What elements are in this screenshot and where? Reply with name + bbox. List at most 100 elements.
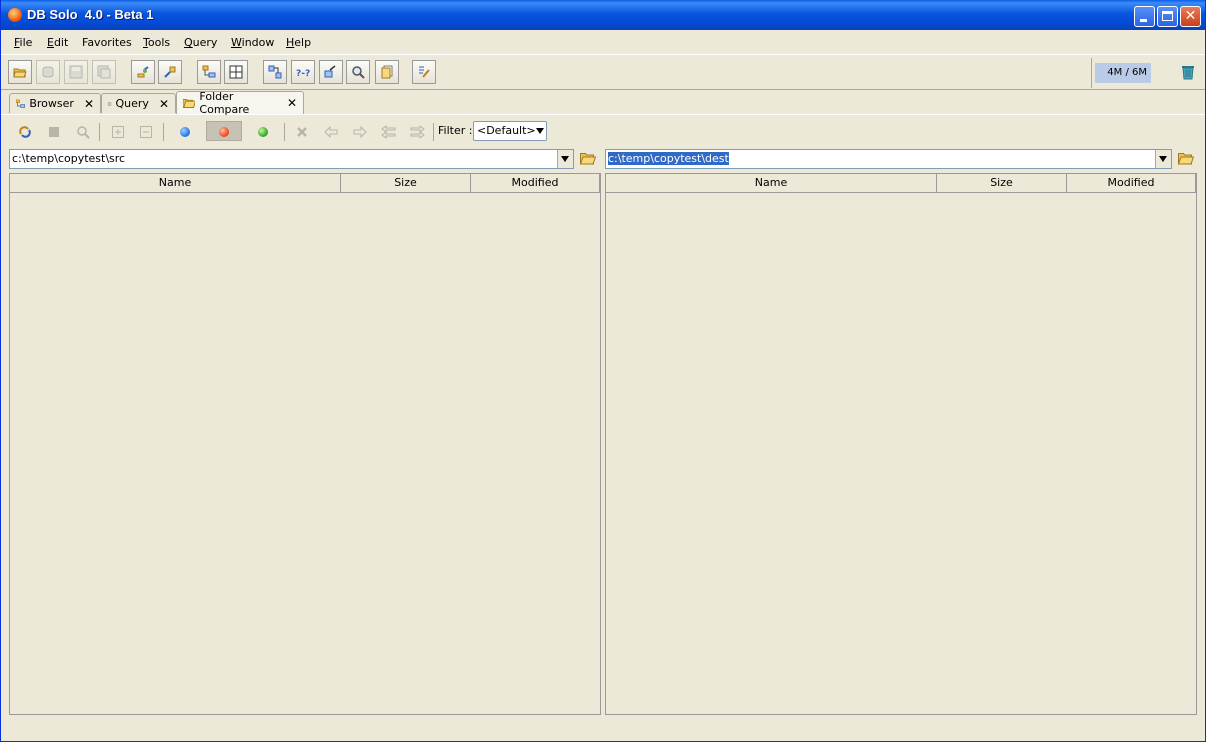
left-path-input[interactable]: c:\temp\copytest\src <box>9 149 574 169</box>
right-path-dropdown-button[interactable] <box>1155 150 1171 168</box>
left-path-dropdown-button[interactable] <box>557 150 573 168</box>
copy-to-left-button[interactable] <box>323 124 339 140</box>
toolbar-separator <box>433 123 434 141</box>
sync-right-icon <box>410 125 425 139</box>
sync-right-button[interactable] <box>409 124 425 140</box>
filter-select-value: <Default> <box>477 124 536 137</box>
stop-button[interactable] <box>46 124 62 140</box>
open-button[interactable] <box>8 60 32 84</box>
browser-button[interactable] <box>197 60 221 84</box>
menu-file-label: ile <box>19 36 33 49</box>
left-browse-folder-icon[interactable] <box>580 152 596 165</box>
menu-file[interactable]: File <box>14 36 32 49</box>
expand-all-button[interactable] <box>110 124 126 140</box>
tab-browser[interactable]: Browser ✕ <box>9 93 101 113</box>
tab-query[interactable]: Query ✕ <box>101 93 176 113</box>
close-tab-icon[interactable]: ✕ <box>159 97 169 111</box>
svg-text:?-?: ?-? <box>296 69 310 79</box>
close-icon: ✕ <box>1184 8 1197 24</box>
search-button[interactable] <box>346 60 370 84</box>
right-file-table[interactable]: Name Size Modified <box>605 173 1197 715</box>
right-path-input[interactable]: c:\temp\copytest\dest <box>605 149 1172 169</box>
refresh-button[interactable] <box>17 124 33 140</box>
menu-favorites[interactable]: Favorites <box>82 36 132 49</box>
close-tab-icon[interactable]: ✕ <box>287 96 297 110</box>
schema-compare-button[interactable] <box>263 60 287 84</box>
chevron-down-icon <box>561 156 569 162</box>
minimize-button[interactable] <box>1134 6 1155 27</box>
maximize-button[interactable] <box>1157 6 1178 27</box>
data-compare-button[interactable]: ?-? <box>291 60 315 84</box>
grid-icon <box>108 102 112 105</box>
show-left-only-button[interactable] <box>177 124 193 140</box>
toolbar-separator <box>163 123 164 141</box>
find-button[interactable] <box>75 124 91 140</box>
save-all-button[interactable] <box>92 60 116 84</box>
connect-button[interactable] <box>36 60 60 84</box>
right-column-modified[interactable]: Modified <box>1067 174 1196 193</box>
edit-sql-icon <box>419 66 430 78</box>
delete-button[interactable] <box>294 124 310 140</box>
close-tab-icon[interactable]: ✕ <box>84 97 94 111</box>
title-bar[interactable]: DB Solo 4.0 - Beta 1 ✕ <box>1 0 1205 30</box>
add-connection-button[interactable] <box>131 60 155 84</box>
right-path-value: c:\temp\copytest\dest <box>608 152 729 165</box>
database-icon <box>42 66 54 78</box>
right-browse-folder-icon[interactable] <box>1178 152 1194 165</box>
red-dot-icon <box>219 127 229 137</box>
close-button[interactable]: ✕ <box>1180 6 1201 27</box>
folder-compare-icon <box>183 99 196 108</box>
search-icon <box>352 66 365 79</box>
maximize-icon <box>1162 11 1173 21</box>
menu-tools-label: ools <box>147 36 171 49</box>
plug-icon <box>164 66 176 78</box>
status-bar <box>1 720 1205 740</box>
menu-edit[interactable]: Edit <box>47 36 68 49</box>
stop-icon <box>49 127 59 137</box>
right-column-name[interactable]: Name <box>606 174 937 193</box>
save-button[interactable] <box>64 60 88 84</box>
left-path-value: c:\temp\copytest\src <box>12 152 126 165</box>
menu-tools[interactable]: Tools <box>143 36 170 49</box>
show-different-indicator <box>216 124 232 140</box>
left-column-modified[interactable]: Modified <box>471 174 600 193</box>
tab-folder-compare-label: Folder Compare <box>199 90 250 116</box>
copy-to-right-button[interactable] <box>352 124 368 140</box>
blue-dot-icon <box>180 127 190 137</box>
menu-window[interactable]: Window <box>231 36 274 49</box>
left-file-table[interactable]: Name Size Modified <box>9 173 601 715</box>
sql-editor-button[interactable] <box>412 60 436 84</box>
save-all-icon <box>97 65 111 79</box>
filter-select[interactable]: <Default> <box>473 121 547 141</box>
expand-icon <box>112 126 124 138</box>
chevron-down-icon <box>1159 156 1167 162</box>
show-right-only-button[interactable] <box>255 124 271 140</box>
app-logo-icon <box>8 8 22 22</box>
search-icon <box>77 126 90 139</box>
query-button[interactable] <box>224 60 248 84</box>
toolbar-separator <box>99 123 100 141</box>
app-window: DB Solo 4.0 - Beta 1 ✕ File Edit Favorit… <box>0 0 1206 742</box>
main-toolbar: ?-? <box>1 57 1205 90</box>
disconnect-button[interactable] <box>158 60 182 84</box>
right-column-size[interactable]: Size <box>937 174 1067 193</box>
left-column-name[interactable]: Name <box>10 174 341 193</box>
copy-data-button[interactable] <box>319 60 343 84</box>
menu-window-mnemonic: W <box>231 36 242 49</box>
tree-icon <box>202 65 216 78</box>
refresh-icon <box>19 126 31 138</box>
question-compare-icon: ?-? <box>296 69 310 79</box>
tab-folder-compare[interactable]: Folder Compare ✕ <box>176 90 304 116</box>
menu-help[interactable]: Help <box>286 36 311 49</box>
arrow-right-icon <box>353 126 367 138</box>
memory-indicator[interactable]: 4M / 6M <box>1095 63 1151 83</box>
collapse-all-button[interactable] <box>138 124 154 140</box>
report-icon <box>381 65 393 79</box>
plug-add-icon <box>137 66 149 78</box>
left-column-size[interactable]: Size <box>341 174 471 193</box>
garbage-collect-icon[interactable] <box>1181 64 1195 80</box>
menu-query[interactable]: Query <box>184 36 217 49</box>
reports-button[interactable] <box>375 60 399 84</box>
collapse-icon <box>140 126 152 138</box>
sync-left-button[interactable] <box>381 124 397 140</box>
